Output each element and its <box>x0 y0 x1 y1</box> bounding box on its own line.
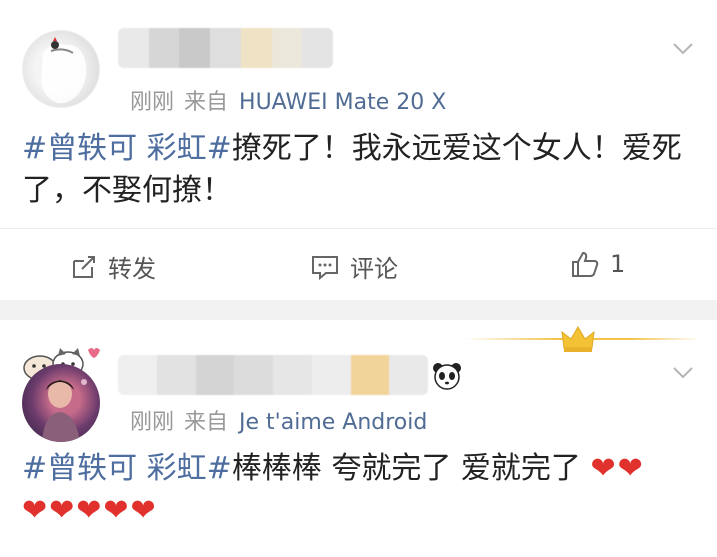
post-time: 刚刚 <box>130 90 175 115</box>
post-device-link[interactable]: HUAWEI Mate 20 X <box>239 90 446 115</box>
heart-emoji-group: ❤❤ <box>590 451 645 486</box>
comment-button[interactable]: 评论 <box>310 249 398 284</box>
post-time: 刚刚 <box>130 410 175 435</box>
username-blurred[interactable] <box>118 355 428 395</box>
post-source-label: 来自 <box>184 90 229 115</box>
share-button[interactable]: 转发 <box>70 249 156 284</box>
post-source-label: 来自 <box>184 410 229 435</box>
share-label: 转发 <box>108 255 156 283</box>
post-content: #曾轶可 彩虹#棒棒棒 夸就完了 爱就完了 ❤❤ ❤❤❤❤❤ <box>22 448 687 532</box>
post-device-link[interactable]: Je t'aime Android <box>239 410 427 435</box>
share-icon <box>73 255 95 278</box>
like-count: 1 <box>610 250 626 278</box>
action-bar: 转发 评论 1 <box>0 228 717 300</box>
post-meta: 刚刚 来自 Je t'aime Android <box>130 404 427 436</box>
hashtag-link[interactable]: #曾轶可 彩虹# <box>22 131 232 166</box>
username-blurred[interactable] <box>118 28 333 68</box>
user-avatar[interactable] <box>22 30 100 108</box>
weibo-post-1: 刚刚 来自 HUAWEI Mate 20 X #曾轶可 彩虹#撩死了！我永远爱这个… <box>0 0 717 300</box>
user-avatar[interactable] <box>22 364 100 442</box>
chevron-down-icon[interactable] <box>671 36 695 60</box>
comment-icon <box>312 255 338 280</box>
post-meta: 刚刚 来自 HUAWEI Mate 20 X <box>130 84 446 116</box>
panda-icon <box>433 363 461 390</box>
post-content: #曾轶可 彩虹#撩死了！我永远爱这个女人！爱死了，不娶何撩！ <box>22 128 687 212</box>
weibo-post-2: 刚刚 来自 Je t'aime Android #曾轶可 彩虹#棒棒棒 夸就完了 … <box>0 320 717 557</box>
post-text: 棒棒棒 夸就完了 爱就完了 <box>231 451 581 486</box>
hashtag-link[interactable]: #曾轶可 彩虹# <box>22 451 232 486</box>
like-button[interactable]: 1 <box>570 249 625 279</box>
crown-icon <box>561 326 595 352</box>
thumbs-up-icon <box>572 251 599 277</box>
heart-emoji-group: ❤❤❤❤❤ <box>22 493 158 528</box>
chevron-down-icon[interactable] <box>671 360 695 384</box>
comment-label: 评论 <box>350 255 398 283</box>
